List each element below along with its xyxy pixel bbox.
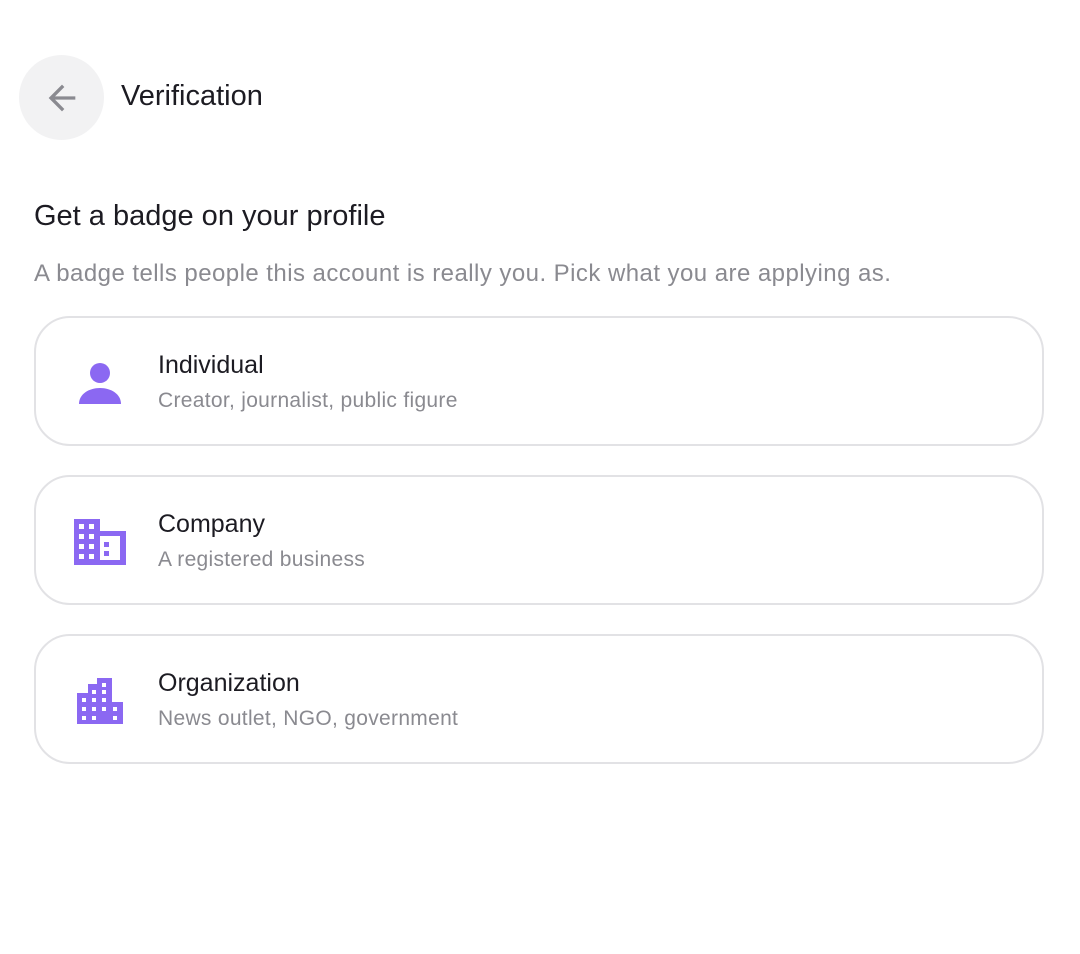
- arrow-left-icon: [42, 78, 82, 118]
- option-description: A registered business: [158, 548, 366, 571]
- option-card-organization[interactable]: Organization News outlet, NGO, governmen…: [34, 634, 1044, 764]
- option-description: Creator, journalist, public figure: [158, 389, 458, 412]
- back-button[interactable]: [19, 55, 104, 140]
- person-icon: [72, 358, 128, 408]
- city-building-icon: [72, 676, 128, 726]
- top-app-bar: Verification: [0, 0, 1080, 160]
- option-title: Organization: [158, 669, 300, 697]
- page-title: Verification: [121, 80, 263, 112]
- option-card-individual[interactable]: Individual Creator, journalist, public f…: [34, 316, 1044, 446]
- business-building-icon: [72, 517, 128, 567]
- option-description: News outlet, NGO, government: [158, 707, 459, 730]
- section-subtitle: A badge tells people this account is rea…: [34, 260, 892, 287]
- option-card-company[interactable]: Company A registered business: [34, 475, 1044, 605]
- option-title: Company: [158, 510, 265, 538]
- section-heading: Get a badge on your profile: [34, 200, 386, 232]
- option-title: Individual: [158, 351, 264, 379]
